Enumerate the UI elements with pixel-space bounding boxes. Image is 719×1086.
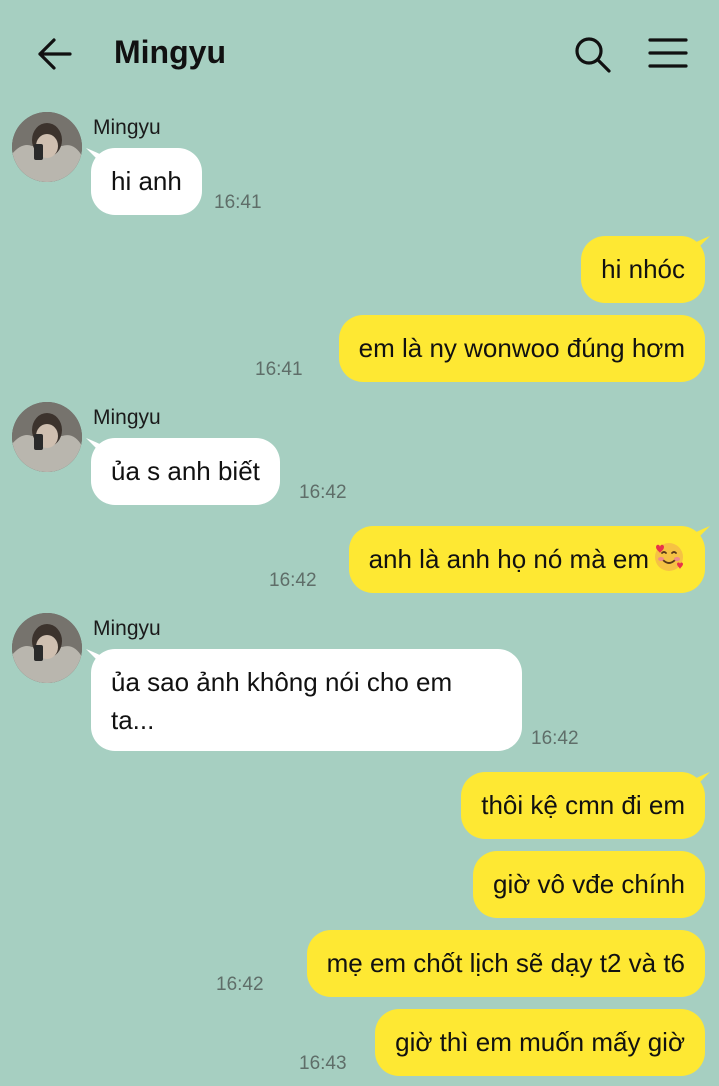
message-bubble-outgoing[interactable]: anh là anh họ nó mà em	[348, 526, 705, 593]
message-timestamp: 16:43	[299, 1053, 347, 1074]
bubble-tail	[688, 772, 710, 794]
message-text: anh là anh họ nó mà em	[368, 544, 649, 574]
chat-title: Mingyu	[114, 34, 226, 70]
avatar-photo	[12, 613, 82, 683]
arrow-left-icon	[38, 38, 72, 70]
message-bubble-incoming[interactable]: hi anh	[91, 148, 202, 215]
message-bubble-incoming[interactable]: ủa sao ảnh không nói cho em ta...	[91, 649, 522, 751]
message-bubble-incoming[interactable]: ủa s anh biết	[91, 438, 280, 505]
message-timestamp: 16:42	[216, 974, 264, 995]
message-timestamp: 16:42	[269, 570, 317, 591]
message-bubble-outgoing[interactable]: giờ thì em muốn mấy giờ	[375, 1009, 705, 1076]
avatar-photo	[12, 112, 82, 182]
sender-name: Mingyu	[93, 406, 161, 429]
chat-header: Mingyu	[0, 0, 719, 105]
message-timestamp: 16:42	[531, 728, 579, 749]
avatar[interactable]	[12, 112, 82, 182]
avatar[interactable]	[12, 402, 82, 472]
message-bubble-outgoing[interactable]: mẹ em chốt lịch sẽ dạy t2 và t6	[306, 930, 705, 997]
message-timestamp: 16:41	[255, 359, 303, 380]
sender-name: Mingyu	[93, 617, 161, 640]
bubble-tail	[688, 526, 710, 548]
avatar[interactable]	[12, 613, 82, 683]
message-timestamp: 16:41	[214, 192, 262, 213]
avatar-photo	[12, 402, 82, 472]
menu-button[interactable]	[644, 32, 692, 76]
message-bubble-outgoing[interactable]: em là ny wonwoo đúng hơm	[338, 315, 705, 382]
message-timestamp: 16:42	[299, 482, 347, 503]
message-bubble-outgoing[interactable]: thôi kệ cmn đi em	[461, 772, 705, 839]
sender-name: Mingyu	[93, 116, 161, 139]
search-icon	[575, 37, 611, 73]
smiling-face-with-hearts-icon	[655, 543, 683, 571]
search-button[interactable]	[570, 32, 614, 76]
bubble-tail	[688, 236, 710, 258]
message-bubble-outgoing[interactable]: hi nhóc	[581, 236, 705, 303]
hamburger-menu-icon	[648, 38, 688, 68]
message-bubble-outgoing[interactable]: giờ vô vđe chính	[473, 851, 705, 918]
back-button[interactable]	[30, 32, 78, 76]
